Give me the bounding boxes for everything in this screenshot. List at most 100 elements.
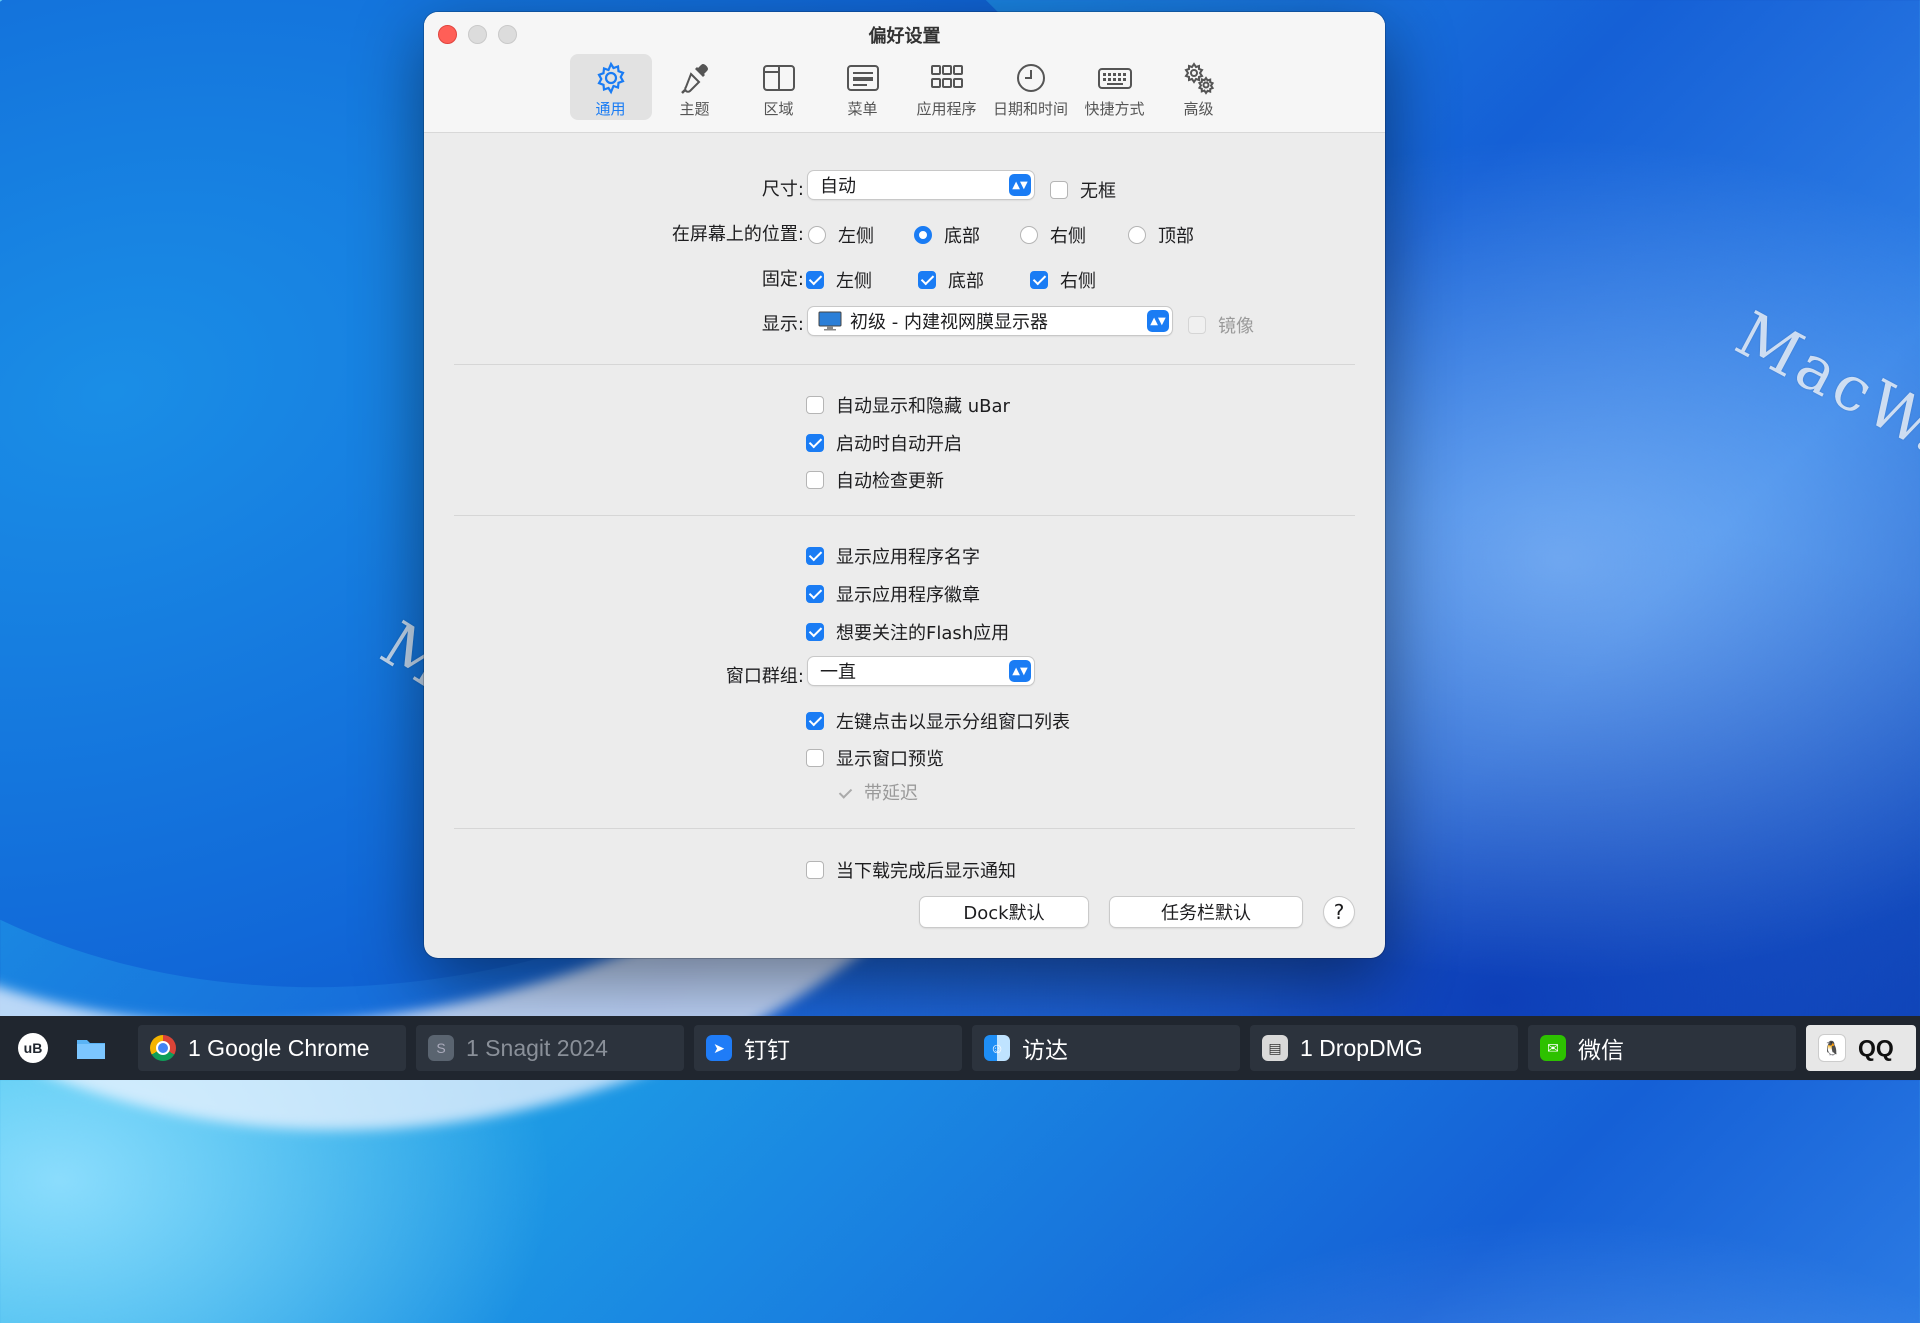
dock-default-button[interactable]: Dock默认 (920, 897, 1088, 927)
position-bottom[interactable]: 底部 (914, 222, 980, 248)
grid-icon (930, 65, 963, 88)
tab-advanced[interactable]: 高级 (1158, 54, 1240, 120)
with-delay-checkbox[interactable] (836, 783, 854, 801)
display-select-value: 初级 - 内建视网膜显示器 (850, 312, 1048, 333)
divider (454, 515, 1355, 516)
show-badges-checkbox[interactable] (806, 585, 824, 603)
show-names-option[interactable]: 显示应用程序名字 (806, 543, 980, 569)
snagit-icon: S (428, 1035, 454, 1061)
tab-general[interactable]: 通用 (569, 54, 652, 120)
flash-attention-label: 想要关注的Flash应用 (836, 623, 1010, 644)
task-label: 访达 (1022, 1037, 1068, 1063)
pin-option-label: 右侧 (1060, 271, 1096, 292)
task-label: 1 DropDMG (1300, 1034, 1423, 1061)
task-label: 微信 (1578, 1037, 1624, 1063)
left-click-list-checkbox[interactable] (806, 712, 824, 730)
monitor-icon (818, 311, 842, 331)
pin-right[interactable]: 右侧 (1030, 267, 1096, 293)
download-notify-option[interactable]: 当下载完成后显示通知 (806, 857, 1016, 883)
qq-icon: 🐧 (1818, 1034, 1846, 1062)
position-option-label: 顶部 (1158, 226, 1194, 247)
tab-label: 应用程序 (916, 100, 977, 118)
position-option-label: 右侧 (1050, 226, 1086, 247)
tab-shortcuts[interactable]: 快捷方式 (1074, 54, 1156, 120)
size-select[interactable]: 自动 ▲▼ (808, 171, 1034, 199)
window-group-select[interactable]: 一直 ▲▼ (808, 657, 1034, 685)
mirror-option[interactable]: 镜像 (1188, 312, 1254, 338)
check-updates-option[interactable]: 自动检查更新 (806, 467, 944, 493)
task-dropdmg[interactable]: ▤ 1 DropDMG (1250, 1025, 1518, 1071)
display-select[interactable]: 初级 - 内建视网膜显示器 ▲▼ (808, 307, 1172, 335)
show-names-checkbox[interactable] (806, 547, 824, 565)
flash-attention-checkbox[interactable] (806, 623, 824, 641)
task-qq[interactable]: 🐧 QQ (1806, 1025, 1916, 1071)
size-select-value: 自动 (820, 176, 856, 197)
borderless-checkbox[interactable] (1050, 181, 1068, 199)
window-preview-checkbox[interactable] (806, 749, 824, 767)
tab-region[interactable]: 区域 (738, 54, 820, 120)
dingtalk-icon: ➤ (706, 1035, 732, 1061)
eyedropper-icon (680, 64, 708, 94)
desktop-folder[interactable] (68, 1025, 114, 1071)
task-snagit[interactable]: S 1 Snagit 2024 (416, 1025, 684, 1071)
tab-menu[interactable]: 菜单 (822, 54, 904, 120)
position-option-label: 底部 (944, 226, 980, 247)
task-chrome[interactable]: 1 Google Chrome (138, 1025, 406, 1071)
radio-button[interactable] (1128, 226, 1146, 244)
window-preview-option[interactable]: 显示窗口预览 (806, 745, 944, 771)
mirror-checkbox[interactable] (1188, 316, 1206, 334)
flash-attention-option[interactable]: 想要关注的Flash应用 (806, 619, 1009, 645)
auto-hide-checkbox[interactable] (806, 396, 824, 414)
titlebar: 偏好设置 通用 主题 区域 菜单 应用程序 日期和时间 快捷方式 高级 (424, 12, 1385, 133)
tab-theme[interactable]: 主题 (654, 54, 736, 120)
download-notify-checkbox[interactable] (806, 861, 824, 879)
pin-left-checkbox[interactable] (806, 271, 824, 289)
preferences-window: 偏好设置 通用 主题 区域 菜单 应用程序 日期和时间 快捷方式 高级 尺寸: … (424, 12, 1385, 958)
radio-button[interactable] (1020, 226, 1038, 244)
check-updates-checkbox[interactable] (806, 471, 824, 489)
task-dingtalk[interactable]: ➤ 钉钉 (694, 1025, 962, 1071)
help-button[interactable]: ? (1324, 897, 1354, 927)
with-delay-label: 带延迟 (864, 783, 918, 804)
dropdmg-icon: ▤ (1262, 1035, 1288, 1061)
task-label: QQ (1858, 1034, 1894, 1061)
launch-at-login-checkbox[interactable] (806, 434, 824, 452)
task-finder[interactable]: ☺ 访达 (972, 1025, 1240, 1071)
gears-icon (1183, 62, 1214, 95)
tab-label: 快捷方式 (1084, 100, 1145, 118)
download-notify-label: 当下载完成后显示通知 (836, 861, 1016, 882)
radio-button[interactable] (914, 226, 932, 244)
with-delay-option[interactable]: 带延迟 (836, 779, 918, 805)
auto-hide-option[interactable]: 自动显示和隐藏 uBar (806, 392, 1010, 418)
task-wechat[interactable]: ✉ 微信 (1528, 1025, 1796, 1071)
taskbar-default-button[interactable]: 任务栏默认 (1110, 897, 1302, 927)
tab-applications[interactable]: 应用程序 (906, 54, 988, 120)
launch-at-login-option[interactable]: 启动时自动开启 (806, 430, 962, 456)
left-click-list-option[interactable]: 左键点击以显示分组窗口列表 (806, 708, 1070, 734)
pin-bottom-checkbox[interactable] (918, 271, 936, 289)
show-badges-label: 显示应用程序徽章 (836, 585, 980, 606)
pin-right-checkbox[interactable] (1030, 271, 1048, 289)
watermark: MacW.com (1724, 297, 1920, 536)
borderless-label: 无框 (1080, 181, 1116, 202)
ubar-launcher[interactable]: uB (10, 1025, 56, 1071)
finder-icon: ☺ (984, 1035, 1010, 1061)
borderless-option[interactable]: 无框 (1050, 177, 1116, 203)
gear-icon (596, 61, 625, 95)
show-badges-option[interactable]: 显示应用程序徽章 (806, 581, 980, 607)
preferences-toolbar: 通用 主题 区域 菜单 应用程序 日期和时间 快捷方式 高级 (424, 54, 1385, 120)
tab-label: 通用 (595, 100, 626, 118)
tab-label: 主题 (679, 100, 710, 118)
position-top[interactable]: 顶部 (1128, 222, 1194, 248)
left-click-list-label: 左键点击以显示分组窗口列表 (836, 712, 1070, 733)
tab-datetime[interactable]: 日期和时间 (990, 54, 1072, 120)
pin-option-label: 左侧 (836, 271, 872, 292)
split-panel-icon (762, 65, 795, 91)
task-label: 钉钉 (744, 1037, 790, 1063)
pin-bottom[interactable]: 底部 (918, 267, 984, 293)
pin-left[interactable]: 左侧 (806, 267, 872, 293)
radio-button[interactable] (808, 226, 826, 244)
position-right[interactable]: 右侧 (1020, 222, 1086, 248)
position-left[interactable]: 左侧 (808, 222, 874, 248)
window-group-label: 窗口群组: (725, 666, 804, 687)
